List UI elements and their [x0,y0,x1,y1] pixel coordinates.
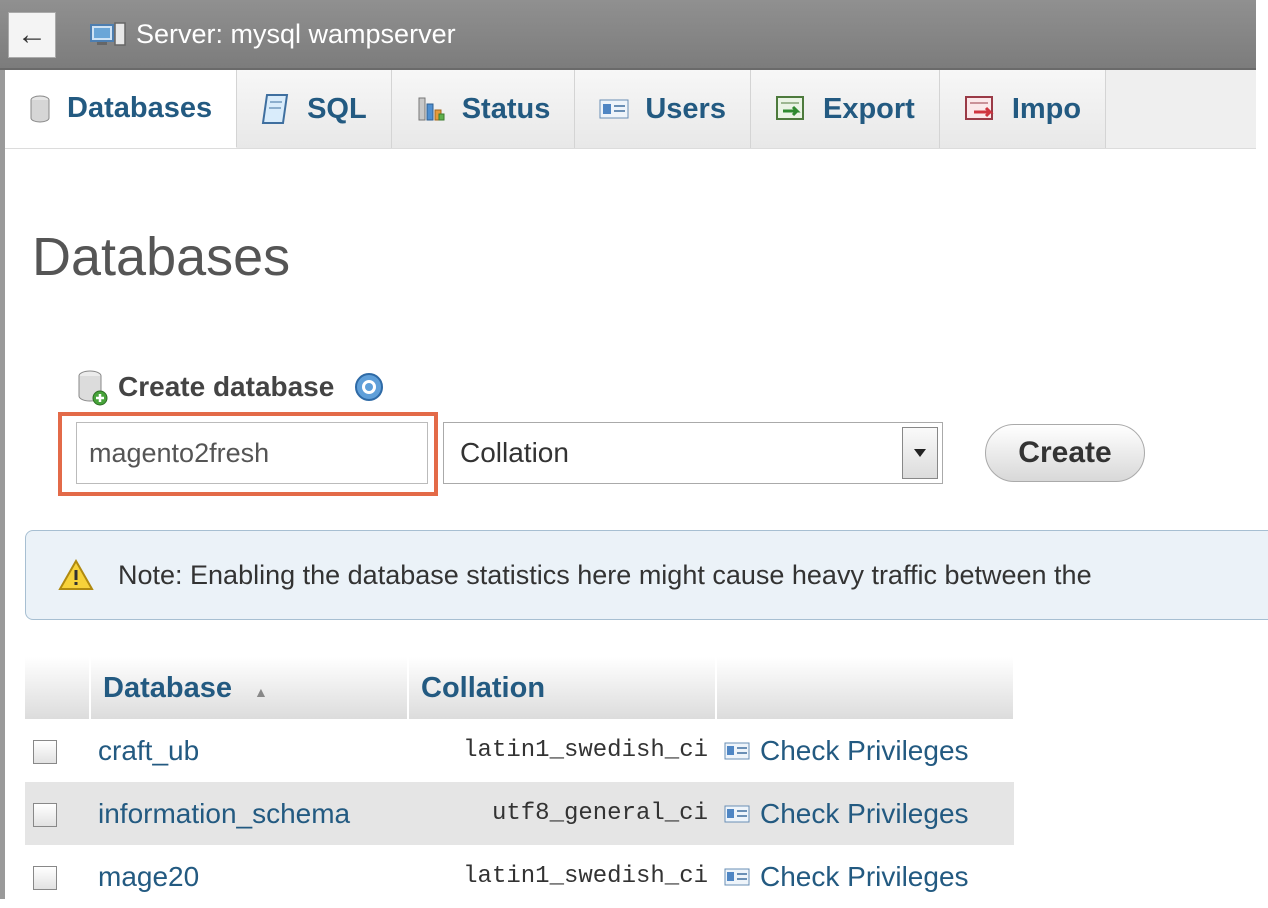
tab-users[interactable]: Users [575,70,751,148]
check-privileges-link[interactable]: Check Privileges [724,798,1006,830]
action-column-header [716,657,1015,719]
check-privileges-link[interactable]: Check Privileges [724,735,1006,767]
collation-column-header[interactable]: Collation [408,657,717,719]
row-checkbox[interactable] [33,740,57,765]
table-row: information_schema utf8_general_ci Check… [25,782,1014,845]
collation-cell: latin1_swedish_ci [408,719,716,782]
checkbox-column-header [25,657,91,719]
tab-label: Export [822,92,915,125]
database-link[interactable]: craft_ub [98,735,199,766]
check-privileges-label: Check Privileges [760,860,969,892]
check-privileges-label: Check Privileges [760,734,969,766]
tab-sql[interactable]: SQL [237,70,392,148]
new-database-icon [78,370,108,406]
server-label[interactable]: Server: mysql wampserver [136,15,456,53]
tab-label: Impo [1011,92,1082,125]
privileges-icon [724,742,750,759]
database-link[interactable]: information_schema [98,798,350,829]
server-icon [90,22,126,46]
table-row: craft_ub latin1_swedish_ci Check Privile… [25,719,1014,782]
collation-select[interactable]: Collation [443,422,943,484]
users-icon [599,99,629,119]
back-button[interactable]: ← [8,12,56,58]
page-title: Databases [32,227,291,287]
sql-icon [261,94,289,124]
database-link[interactable]: mage20 [98,861,199,892]
import-icon [964,96,994,120]
tab-label: Status [461,92,551,125]
export-icon [775,96,804,120]
dropdown-arrow-icon[interactable] [902,427,938,479]
tab-import[interactable]: Impo [939,70,1107,148]
table-header-row: Database ▲ Collation [25,657,1015,719]
tab-label: Databases [67,92,213,124]
collation-header-label: Collation [421,671,546,704]
database-header-label: Database [103,671,232,704]
check-privileges-label: Check Privileges [760,797,969,829]
database-icon [30,95,50,122]
create-database-label: Create database [118,371,335,402]
database-column-header[interactable]: Database ▲ [90,657,409,719]
check-privileges-link[interactable]: Check Privileges [724,861,1006,893]
row-checkbox[interactable] [33,866,57,891]
row-checkbox-cell [25,782,90,845]
help-icon[interactable] [354,372,384,402]
database-name-cell: craft_ub [90,719,408,782]
right-viewport-edge [1256,0,1268,899]
tab-label: Users [645,92,726,125]
server-breadcrumb-bar: ← Server: mysql wampserver [0,0,1268,70]
collation-cell: utf8_general_ci [408,782,716,845]
sort-ascending-icon[interactable]: ▲ [254,684,268,700]
create-button[interactable]: Create [985,424,1145,482]
status-chart-icon [418,97,445,121]
tab-export[interactable]: Export [750,70,940,148]
action-cell: Check Privileges [716,719,1014,782]
row-checkbox-cell [25,719,90,782]
warning-icon [58,559,94,590]
privileges-icon [724,868,750,885]
create-database-heading: Create database [76,368,384,406]
tab-databases[interactable]: Databases [5,70,238,148]
main-tabs: Databases SQL Status Users Export Impo [5,70,1256,149]
notice-text: Note: Enabling the database statistics h… [118,560,1092,590]
tab-label: SQL [307,92,367,125]
statistics-notice: Note: Enabling the database statistics h… [25,530,1268,620]
databases-table: Database ▲ Collation craft_ub latin1_swe… [25,657,1015,908]
database-name-cell: information_schema [90,782,408,845]
database-name-input[interactable] [76,422,428,484]
collation-selected-value: Collation [460,437,569,468]
privileges-icon [724,805,750,822]
row-checkbox[interactable] [33,803,57,828]
tab-status[interactable]: Status [391,70,576,148]
action-cell: Check Privileges [716,782,1014,845]
